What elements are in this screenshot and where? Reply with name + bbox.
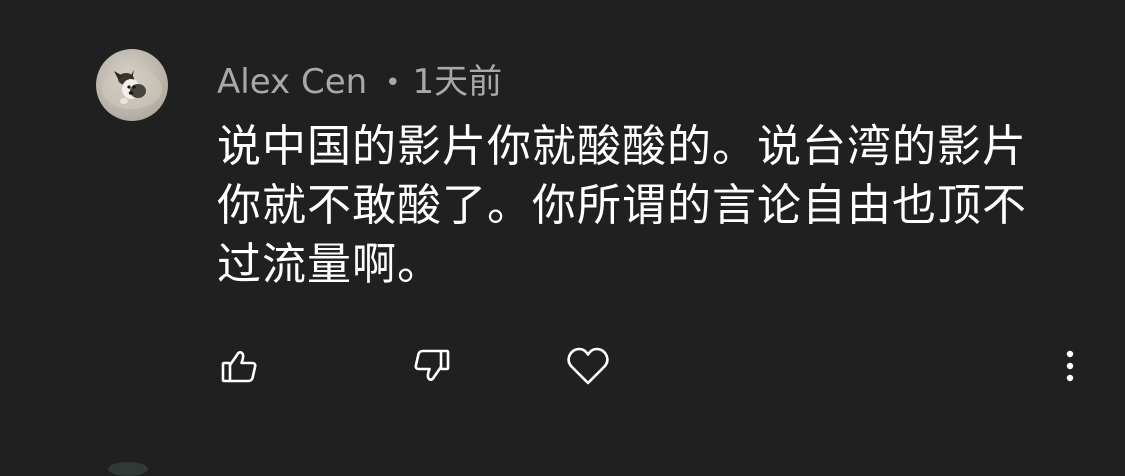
comment-actions xyxy=(0,340,1125,400)
comment-meta: Alex Cen • 1天前 xyxy=(217,58,502,106)
more-options-button[interactable] xyxy=(1046,340,1094,392)
avatar[interactable] xyxy=(96,49,168,121)
dog-photo-avatar xyxy=(102,69,162,109)
like-button[interactable] xyxy=(213,340,265,392)
thumbs-down-icon xyxy=(414,349,450,381)
next-comment-avatar-edge xyxy=(108,462,148,476)
more-vertical-icon xyxy=(1066,350,1074,382)
comment-text: 说中国的影片你就酸酸的。说台湾的影片你就不敢酸了。你所谓的言论自由也顶不过流量啊… xyxy=(217,121,1027,290)
heart-button[interactable] xyxy=(562,340,614,392)
thumbs-up-icon xyxy=(221,351,257,383)
comment-item: Alex Cen • 1天前 说中国的影片你就酸酸的。说台湾的影片你就不敢酸了。… xyxy=(0,0,1125,476)
comment-timestamp: 1天前 xyxy=(412,62,503,102)
meta-separator: • xyxy=(385,68,401,98)
heart-icon xyxy=(567,347,609,385)
author-name[interactable]: Alex Cen xyxy=(217,58,367,106)
dislike-button[interactable] xyxy=(406,340,458,392)
